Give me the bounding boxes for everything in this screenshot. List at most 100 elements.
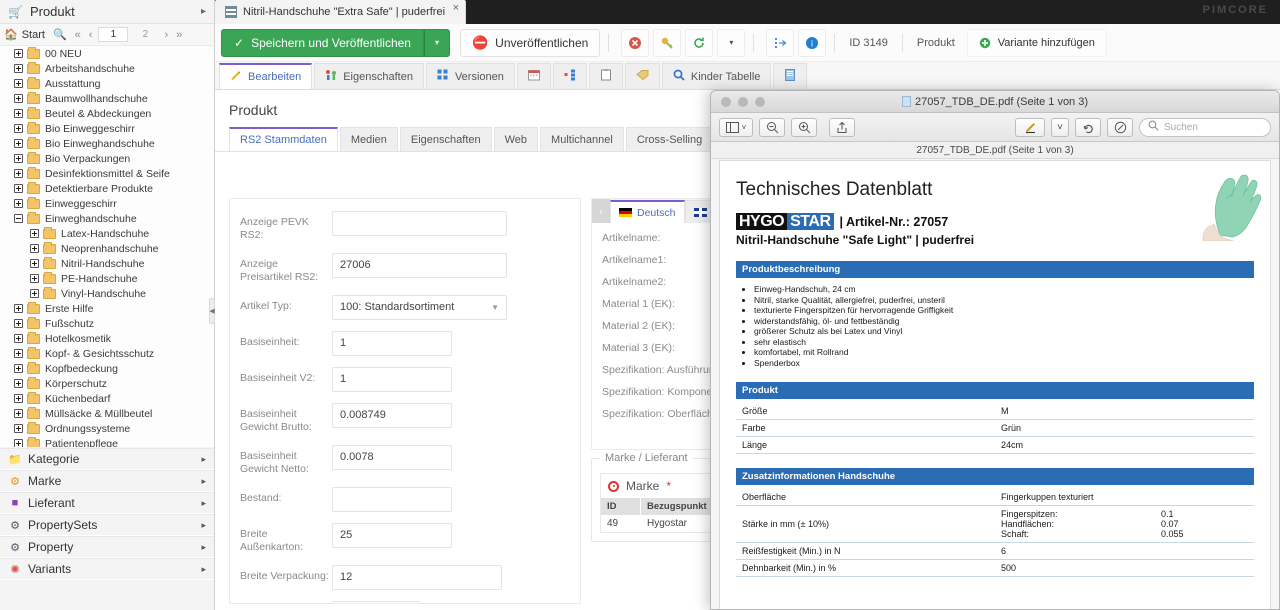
- sidebar-item-propertysets[interactable]: ⚙PropertySets▸: [0, 514, 214, 536]
- expand-icon[interactable]: [14, 49, 23, 58]
- breite-au-enkarton-input[interactable]: 25: [332, 523, 452, 548]
- basiseinheit-v2-input[interactable]: 1: [332, 367, 452, 392]
- tree-node[interactable]: Desinfektionsmittel & Seife: [0, 166, 214, 181]
- expand-icon[interactable]: [14, 379, 23, 388]
- first-page-button[interactable]: «: [73, 29, 83, 41]
- markup-dropdown-button[interactable]: ˅: [1051, 118, 1069, 137]
- reload-dropdown-button[interactable]: ▾: [717, 29, 745, 57]
- tree-home-label[interactable]: Start: [22, 29, 45, 41]
- expand-icon[interactable]: [14, 439, 23, 447]
- tree-node[interactable]: Detektierbare Produkte: [0, 181, 214, 196]
- tree-node[interactable]: PE-Handschuhe: [0, 271, 214, 286]
- pdf-page-canvas[interactable]: Technisches Datenblatt HYGOSTAR | Artike…: [719, 160, 1271, 609]
- unpublish-button[interactable]: ⛔ Unveröffentlichen: [460, 29, 600, 57]
- tab-kinder-tabelle[interactable]: Kinder Tabelle: [662, 63, 772, 89]
- basiseinheit-gewicht-brutto-input[interactable]: 0.008749: [332, 403, 452, 428]
- tree-node[interactable]: Kopf- & Gesichtsschutz: [0, 346, 214, 361]
- lang-tab-deutsch[interactable]: Deutsch: [610, 200, 685, 223]
- tree-node[interactable]: Baumwollhandschuhe: [0, 91, 214, 106]
- breite-verpackung-input[interactable]: 12: [332, 565, 502, 590]
- expand-icon[interactable]: [14, 64, 23, 73]
- lang-prev-button[interactable]: ‹: [592, 199, 610, 223]
- tree-node[interactable]: Patientenpflege: [0, 436, 214, 447]
- tree-node[interactable]: Müllsäcke & Müllbeutel: [0, 406, 214, 421]
- zoom-in-icon[interactable]: [791, 118, 817, 137]
- save-dropdown-button[interactable]: ▾: [424, 29, 450, 57]
- sidebar-item-lieferant[interactable]: ■Lieferant▸: [0, 492, 214, 514]
- anzeige-pevk-rs2-input[interactable]: [332, 211, 507, 236]
- subtab-eigenschaften[interactable]: Eigenschaften: [400, 127, 492, 151]
- expand-icon[interactable]: [14, 94, 23, 103]
- search-icon[interactable]: 🔍: [53, 28, 67, 41]
- delete-icon[interactable]: [621, 29, 649, 57]
- open-document-tab[interactable]: Nitril-Handschuhe "Extra Safe" | puderfr…: [215, 0, 466, 24]
- rotate-icon[interactable]: [1075, 118, 1101, 137]
- collapse-icon[interactable]: [14, 214, 23, 223]
- zoom-out-icon[interactable]: [759, 118, 785, 137]
- tree-node[interactable]: Arbeitshandschuhe: [0, 61, 214, 76]
- last-page-button[interactable]: »: [174, 29, 184, 41]
- locate-in-tree-icon[interactable]: [766, 29, 794, 57]
- artikel-typ-select[interactable]: 100: Standardsortiment▼: [332, 295, 507, 320]
- expand-icon[interactable]: [30, 229, 39, 238]
- product-tree[interactable]: 00 NEUArbeitshandschuheAusstattungBaumwo…: [0, 46, 214, 447]
- expand-icon[interactable]: [14, 139, 23, 148]
- basiseinheit-gewicht-netto-input[interactable]: 0.0078: [332, 445, 452, 470]
- tree-node[interactable]: Einweggeschirr: [0, 196, 214, 211]
- home-icon[interactable]: 🏠: [4, 28, 18, 41]
- expand-icon[interactable]: [30, 274, 39, 283]
- expand-icon[interactable]: [30, 259, 39, 268]
- expand-icon[interactable]: [14, 154, 23, 163]
- chevron-right-icon[interactable]: ▸: [201, 454, 206, 465]
- key-icon[interactable]: [653, 29, 681, 57]
- expand-icon[interactable]: [14, 124, 23, 133]
- expand-icon[interactable]: [14, 304, 23, 313]
- subtab-medien[interactable]: Medien: [340, 127, 398, 151]
- sidebar-item-property[interactable]: ⚙Property▸: [0, 536, 214, 558]
- tree-node[interactable]: Ordnungssysteme: [0, 421, 214, 436]
- tree-node[interactable]: 00 NEU: [0, 46, 214, 61]
- tab-calendar[interactable]: [517, 63, 551, 89]
- tree-node[interactable]: Hotelkosmetik: [0, 331, 214, 346]
- expand-icon[interactable]: [30, 244, 39, 253]
- page-number-input[interactable]: 1: [98, 27, 128, 42]
- markup-pen-icon[interactable]: [1015, 118, 1045, 137]
- chevron-right-icon[interactable]: ▸: [201, 542, 206, 553]
- tree-node[interactable]: Neoprenhandschuhe: [0, 241, 214, 256]
- prev-page-button[interactable]: ‹: [87, 29, 95, 41]
- tree-node[interactable]: Küchenbedarf: [0, 391, 214, 406]
- sidebar-item-variants[interactable]: ✺Variants▸: [0, 558, 214, 580]
- subtab-cross-selling[interactable]: Cross-Selling: [626, 127, 713, 151]
- tree-node[interactable]: Bio Einweghandschuhe: [0, 136, 214, 151]
- share-icon[interactable]: [829, 118, 855, 137]
- close-icon[interactable]: ×: [453, 2, 459, 14]
- subtab-web[interactable]: Web: [494, 127, 538, 151]
- tree-node[interactable]: Kopfbedeckung: [0, 361, 214, 376]
- next-page-button[interactable]: ›: [162, 29, 170, 41]
- chevron-right-icon[interactable]: ▸: [201, 476, 206, 487]
- subtab-rs2-stammdaten[interactable]: RS2 Stammdaten: [229, 127, 338, 151]
- expand-icon[interactable]: [14, 349, 23, 358]
- tree-node[interactable]: Latex-Handschuhe: [0, 226, 214, 241]
- chevron-right-icon[interactable]: ▸: [201, 520, 206, 531]
- save-and-publish-button[interactable]: ✓ Speichern und Veröffentlichen: [221, 29, 424, 57]
- chevron-right-icon[interactable]: ▸: [201, 6, 206, 17]
- tree-node[interactable]: Fußschutz: [0, 316, 214, 331]
- datum-anlage-artikel-erp-input[interactable]: 2008-02-25📅: [332, 601, 420, 604]
- subtab-multichannel[interactable]: Multichannel: [540, 127, 624, 151]
- tree-node[interactable]: Einweghandschuhe: [0, 211, 214, 226]
- pdf-preview-window[interactable]: 27057_TDB_DE.pdf (Seite 1 von 3) ˅ ˅: [710, 90, 1280, 610]
- pdf-search-input[interactable]: Suchen: [1139, 118, 1271, 137]
- expand-icon[interactable]: [14, 334, 23, 343]
- tree-node[interactable]: Körperschutz: [0, 376, 214, 391]
- tab-notes[interactable]: [589, 63, 623, 89]
- tree-node[interactable]: Nitril-Handschuhe: [0, 256, 214, 271]
- expand-icon[interactable]: [30, 289, 39, 298]
- anzeige-preisartikel-rs2-input[interactable]: 27006: [332, 253, 507, 278]
- sidebar-item-kategorie[interactable]: 📁Kategorie▸: [0, 448, 214, 470]
- tab-preview[interactable]: [773, 63, 807, 89]
- expand-icon[interactable]: [14, 109, 23, 118]
- sidebar-item-marke[interactable]: ⚙Marke▸: [0, 470, 214, 492]
- bestand-input[interactable]: [332, 487, 452, 512]
- chevron-right-icon[interactable]: ▸: [201, 498, 206, 509]
